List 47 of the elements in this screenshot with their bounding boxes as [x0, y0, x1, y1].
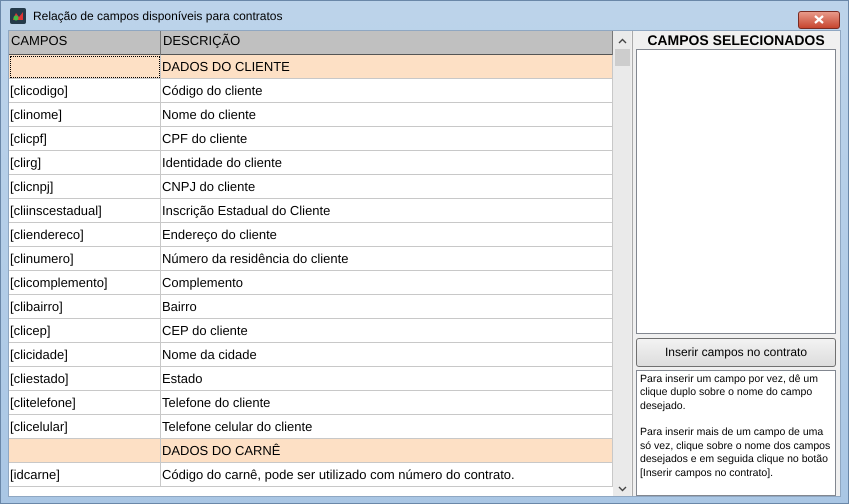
table-cell: Telefone do cliente	[161, 391, 613, 415]
table-cell: Complemento	[161, 271, 613, 295]
table-cell: Nome da cidade	[161, 343, 613, 367]
selected-fields-list[interactable]	[636, 48, 836, 334]
table-cell: Bairro	[161, 295, 613, 319]
table-cell: [clinumero]	[9, 247, 161, 271]
table-cell: CEP do cliente	[161, 319, 613, 343]
table-cell: [clicomplemento]	[9, 271, 161, 295]
table-cell: Endereço do cliente	[161, 223, 613, 247]
table-cell: Código do carnê, pode ser utilizado com número do contrato.	[161, 463, 613, 487]
table-cell: [clirg]	[9, 151, 161, 175]
table-cell: Inscrição Estadual do Cliente	[161, 199, 613, 223]
column-header[interactable]: DESCRIÇÃO	[161, 31, 613, 56]
table-cell: [clinome]	[9, 103, 161, 127]
scroll-down-icon[interactable]	[618, 486, 626, 492]
table-cell: [clicpf]	[9, 127, 161, 151]
panel-title: CAMPOS SELECIONADOS	[646, 31, 826, 49]
table-cell: [clicep]	[9, 319, 161, 343]
table-cell: [cliestado]	[9, 367, 161, 391]
scroll-thumb[interactable]	[614, 49, 630, 66]
table-cell: CPF do cliente	[161, 127, 613, 151]
table-cell: Código do cliente	[161, 79, 613, 103]
table-cell: Número da residência do cliente	[161, 247, 613, 271]
scroll-up-icon[interactable]	[618, 38, 626, 44]
table-cell: [idcarne]	[9, 463, 161, 487]
help-paragraph: Para inserir mais de um campo de uma só vez, clique sobre o nome dos campos desejados e em seguida clique no botão [Inserir campos no contrato].	[640, 426, 832, 480]
table-cell: [clitelefone]	[9, 391, 161, 415]
table-cell: [cliinscestadual]	[9, 199, 161, 223]
table-cell: [clicnpj]	[9, 175, 161, 199]
table-cell: Nome do cliente	[161, 103, 613, 127]
vertical-scrollbar[interactable]	[613, 31, 631, 496]
table-cell: [clicodigo]	[9, 79, 161, 103]
app-icon	[10, 8, 26, 24]
table-cell: [clicidade]	[9, 343, 161, 367]
table-cell: Identidade do cliente	[161, 151, 613, 175]
table-cell: CNPJ do cliente	[161, 175, 613, 199]
section-header: DADOS DO CLIENTE	[161, 55, 613, 79]
table-cell: [clibairro]	[9, 295, 161, 319]
section-header: DADOS DO CARNÊ	[161, 439, 613, 463]
insert-fields-button[interactable]: Inserir campos no contrato	[636, 338, 836, 366]
close-icon	[814, 15, 824, 24]
help-paragraph: Para inserir um campo por vez, dê um clique duplo sobre o nome do campo desejado.	[640, 372, 819, 413]
table-cell: Estado	[161, 367, 613, 391]
window-title: Relação de campos disponíveis para contratos	[33, 8, 284, 22]
close-button[interactable]	[798, 10, 840, 28]
table-cell: [cliendereco]	[9, 223, 161, 247]
column-header[interactable]: CAMPOS	[9, 31, 161, 56]
